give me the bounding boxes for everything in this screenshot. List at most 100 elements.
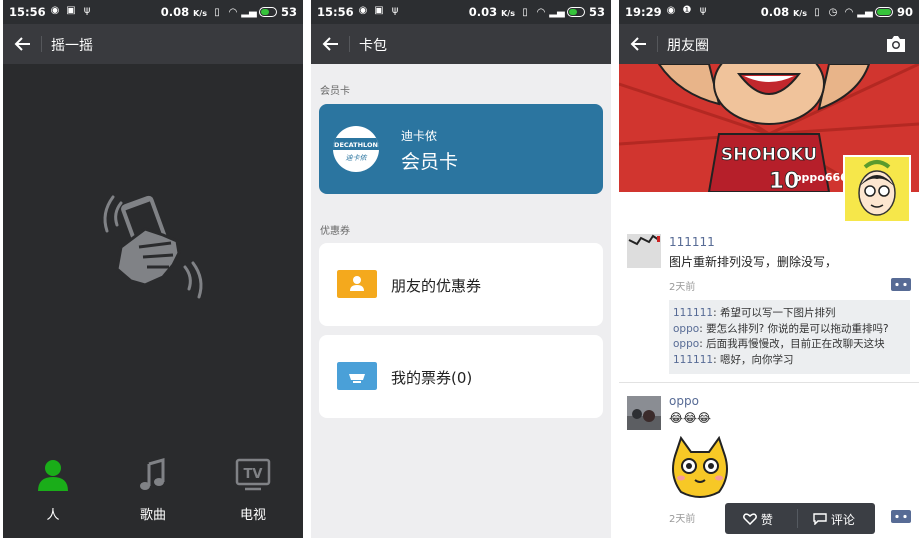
page-title: 朋友圈 — [667, 38, 709, 54]
tab-music-label: 歌曲 — [139, 508, 166, 523]
decathlon-logo: DECATHLON 迪卡侬 — [333, 126, 379, 172]
battery-icon — [258, 7, 277, 17]
page-title: 摇一摇 — [51, 38, 93, 54]
member-section-label: 会员卡 — [320, 86, 350, 97]
like-comment-popup: 赞 评论 — [725, 503, 875, 534]
post-username[interactable]: oppo — [669, 394, 699, 408]
back-arrow-icon[interactable] — [627, 32, 651, 56]
messenger-icon: ◉ — [666, 4, 676, 16]
ticket-icon — [337, 362, 377, 390]
tab-tv[interactable]: TV 电视 — [213, 448, 293, 523]
back-arrow-icon[interactable] — [11, 32, 35, 56]
user-avatar[interactable] — [627, 396, 661, 430]
comment-button[interactable]: 评论 — [813, 511, 855, 528]
title-bar: 卡包 — [311, 24, 611, 64]
image-notify-icon: ▣ — [374, 4, 384, 16]
post-text: 😂😂😂 — [669, 411, 712, 425]
tab-music[interactable]: 歌曲 — [113, 448, 193, 523]
vibrate-icon: ▯ — [214, 6, 220, 18]
moments-screen: 19:29 ◉ ❶ ψ 0.08 K/s ▯ ◷ ◠ ▂▄ 90 朋友圈 SHO… — [619, 0, 919, 538]
camera-icon[interactable] — [885, 33, 907, 55]
title-bar: 摇一摇 — [3, 24, 303, 64]
net-speed: 0.08 K/s — [760, 5, 807, 19]
status-bar: 19:29 ◉ ❶ ψ 0.08 K/s ▯ ◷ ◠ ▂▄ 90 — [619, 0, 919, 24]
jersey-text: SHOHOKU — [721, 145, 817, 165]
battery-percent: 90 — [896, 5, 913, 19]
battery-icon — [566, 7, 585, 17]
wifi-icon: ◠ — [229, 6, 237, 18]
net-speed: 0.08 K/s — [160, 5, 207, 19]
net-speed: 0.03 K/s — [468, 5, 515, 19]
my-ticket-label: 我的票券(0) — [391, 369, 473, 387]
comment-list: 111111: 希望可以写一下图片排列 oppo: 要怎么排列? 你说的是可以拖… — [669, 300, 910, 374]
title-divider — [349, 36, 350, 52]
comment-item[interactable]: 111111: 希望可以写一下图片排列 — [673, 306, 906, 322]
comment-label: 评论 — [830, 513, 855, 527]
more-options-icon[interactable] — [891, 278, 911, 291]
signal-icon: ▂▄ — [241, 6, 257, 18]
post-username[interactable]: 111111 — [669, 235, 715, 249]
battery-level — [876, 9, 892, 15]
user-avatar[interactable] — [627, 234, 661, 268]
signal-icon: ▂▄ — [857, 6, 873, 18]
friend-coupon-label: 朋友的优惠券 — [391, 277, 482, 295]
tab-person-label: 人 — [46, 508, 60, 523]
shake-phone-icon[interactable] — [93, 185, 213, 305]
tab-person[interactable]: 人 — [13, 448, 93, 523]
alarm-icon: ◷ — [828, 6, 838, 18]
title-bar: 朋友圈 — [619, 24, 919, 64]
battery-level — [568, 9, 578, 15]
messenger-icon: ◉ — [50, 4, 60, 16]
friend-coupon-icon — [337, 270, 377, 298]
vibrate-icon: ▯ — [814, 6, 820, 18]
member-card[interactable]: DECATHLON 迪卡侬 迪卡侬 会员卡 — [319, 104, 603, 194]
back-arrow-icon[interactable] — [319, 32, 343, 56]
comment-item[interactable]: 111111: 嗯好，向你学习 — [673, 353, 906, 369]
status-time: 15:56 — [9, 5, 46, 19]
post-time: 2天前 — [669, 514, 696, 525]
card-wallet-screen: 15:56 ◉ ▣ ψ 0.03 K/s ▯ ◠ ▂▄ 53 卡包 会员卡 DE… — [311, 0, 611, 538]
usb-icon: ψ — [391, 4, 399, 16]
music-note-icon — [140, 458, 165, 490]
post-time: 2天前 — [669, 282, 696, 293]
post-image[interactable] — [669, 436, 731, 500]
friend-coupon-item[interactable]: 朋友的优惠券 — [319, 243, 603, 326]
tab-tv-label: 电视 — [239, 508, 266, 523]
person-icon — [38, 460, 68, 491]
battery-level — [260, 9, 270, 15]
comment-item[interactable]: oppo: 要怎么排列? 你说的是可以拖动重排吗? — [673, 322, 906, 338]
tv-icon: TV — [235, 458, 271, 491]
shake-tabs: 人 歌曲 TV 电视 — [3, 448, 303, 538]
image-notify-icon: ▣ — [66, 4, 76, 16]
my-ticket-item[interactable]: 我的票券(0) — [319, 335, 603, 418]
battery-icon — [874, 7, 893, 17]
card-brand: 迪卡侬 — [401, 129, 438, 143]
battery-percent: 53 — [280, 5, 297, 19]
like-button[interactable]: 赞 — [743, 511, 773, 528]
page-title: 卡包 — [359, 38, 387, 54]
wifi-icon: ◠ — [537, 6, 545, 18]
profile-avatar[interactable] — [843, 155, 911, 223]
usb-icon: ψ — [83, 4, 91, 16]
battery-percent: 53 — [588, 5, 605, 19]
more-options-icon[interactable] — [891, 510, 911, 523]
status-bar: 15:56 ◉ ▣ ψ 0.03 K/s ▯ ◠ ▂▄ 53 — [311, 0, 611, 24]
post-divider — [619, 382, 919, 383]
like-label: 赞 — [760, 513, 773, 527]
shake-screen: 15:56 ◉ ▣ ψ 0.08 K/s ▯ ◠ ▂▄ 53 摇一摇 人 歌曲 … — [3, 0, 303, 538]
status-bar: 15:56 ◉ ▣ ψ 0.08 K/s ▯ ◠ ▂▄ 53 — [3, 0, 303, 24]
coupon-section-label: 优惠券 — [320, 226, 350, 237]
heart-icon — [743, 513, 757, 526]
status-time: 19:29 — [625, 5, 662, 19]
usb-icon: ψ — [699, 4, 707, 16]
title-divider — [41, 36, 42, 52]
comment-item[interactable]: oppo: 后面我再慢慢改，目前正在改聊天这块 — [673, 337, 906, 353]
svg-text:DECATHLON: DECATHLON — [334, 141, 378, 149]
messenger-icon: ◉ — [358, 4, 368, 16]
action-divider — [797, 509, 798, 528]
svg-text:TV: TV — [244, 467, 263, 482]
card-name: 会员卡 — [401, 151, 459, 173]
signal-icon: ▂▄ — [549, 6, 565, 18]
vibrate-icon: ▯ — [522, 6, 528, 18]
comment-bubble-icon — [813, 513, 827, 526]
